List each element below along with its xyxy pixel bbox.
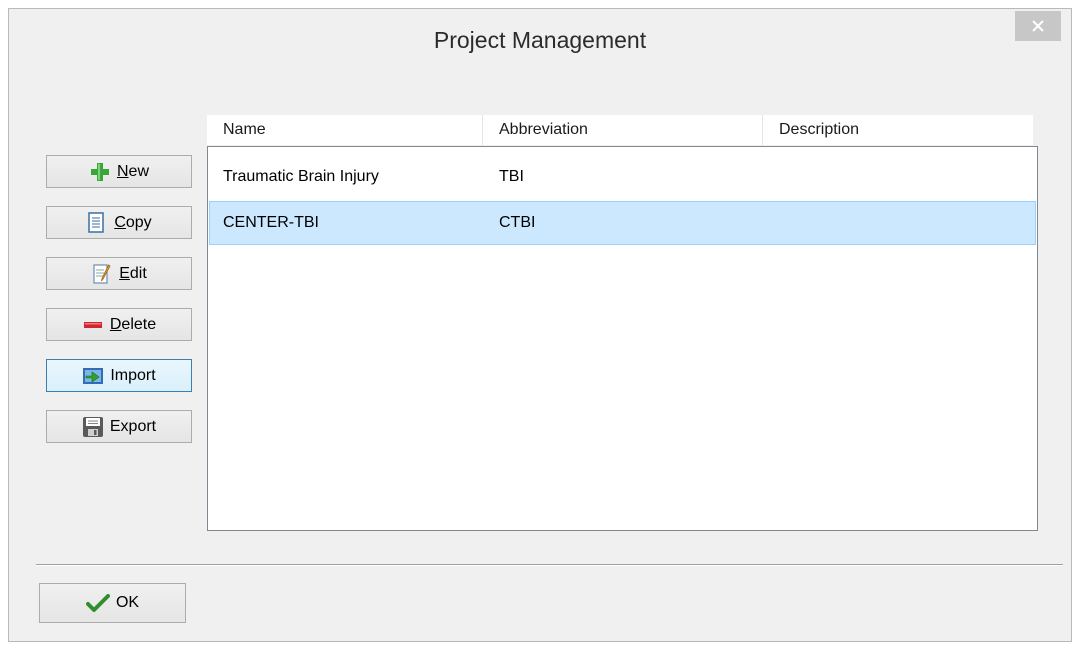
import-icon [82, 365, 104, 387]
export-button[interactable]: Export [46, 410, 192, 443]
list-item-selected[interactable]: CENTER-TBI CTBI [209, 201, 1036, 245]
delete-button[interactable]: Delete [46, 308, 192, 341]
project-management-dialog: Project Management New Copy Edit Delete … [8, 8, 1072, 642]
plus-icon [89, 161, 111, 183]
floppy-disk-icon [82, 416, 104, 438]
cell-name: CENTER-TBI [223, 214, 319, 231]
copy-button-label: Copy [114, 213, 152, 231]
edit-notepad-icon [91, 263, 113, 285]
column-header-name[interactable]: Name [207, 115, 483, 145]
cell-abbreviation: CTBI [499, 214, 536, 231]
list-item[interactable]: Traumatic Brain Injury TBI [209, 155, 1036, 199]
minus-icon [82, 314, 104, 336]
close-icon [1032, 20, 1044, 32]
export-button-label: Export [109, 417, 157, 435]
edit-button[interactable]: Edit [46, 257, 192, 290]
list-column-header: Name Abbreviation Description [207, 115, 1033, 145]
new-button[interactable]: New [46, 155, 192, 188]
project-list[interactable]: Traumatic Brain Injury TBI CENTER-TBI CT… [207, 146, 1038, 531]
import-button-label: Import [110, 366, 156, 384]
column-header-abbreviation[interactable]: Abbreviation [483, 115, 763, 145]
footer-separator [36, 564, 1063, 566]
cell-abbreviation: TBI [499, 168, 524, 185]
cell-name: Traumatic Brain Injury [223, 168, 379, 185]
title-bar: Project Management [9, 9, 1071, 77]
copy-button[interactable]: Copy [46, 206, 192, 239]
ok-button-label: OK [115, 594, 140, 611]
copy-document-icon [86, 211, 108, 234]
column-header-description[interactable]: Description [763, 115, 1033, 145]
close-button[interactable] [1015, 11, 1061, 41]
checkmark-icon [85, 593, 110, 613]
ok-button[interactable]: OK [39, 583, 186, 623]
edit-button-label: Edit [119, 264, 147, 282]
delete-button-label: Delete [109, 315, 157, 333]
import-button[interactable]: Import [46, 359, 192, 392]
dialog-title: Project Management [433, 27, 647, 53]
new-button-label: New [116, 162, 149, 180]
